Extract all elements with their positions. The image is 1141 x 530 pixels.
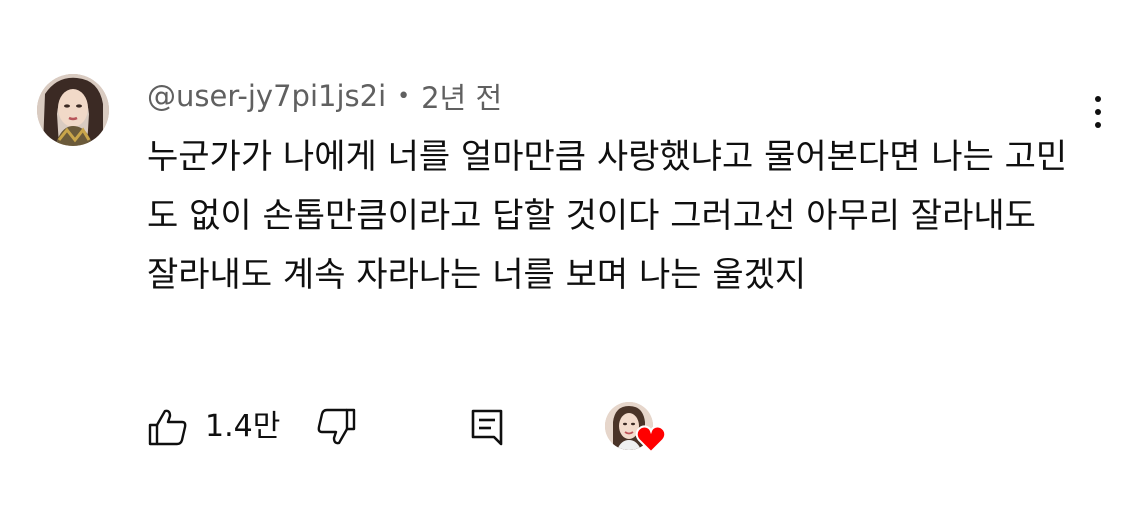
comment-text: 누군가가 나에게 너를 얼마만큼 사랑했냐고 물어본다면 나는 고민도 없이 손… bbox=[147, 137, 1068, 295]
username-link[interactable]: @user-jy7pi1js2i bbox=[147, 79, 386, 113]
menu-dot bbox=[1095, 122, 1101, 128]
thumb-up-icon bbox=[148, 409, 187, 446]
dislike-button[interactable] bbox=[315, 406, 357, 448]
creator-heart-icon bbox=[635, 425, 667, 454]
comment-header: @user-jy7pi1js2i • 2년 전 bbox=[147, 76, 502, 116]
comment-time[interactable]: 2년 전 bbox=[421, 75, 502, 117]
meta-separator: • bbox=[397, 83, 411, 109]
menu-dot bbox=[1095, 109, 1101, 115]
creator-heart bbox=[605, 402, 669, 454]
comment-card: @user-jy7pi1js2i • 2년 전 누군가가 나에게 너를 얼마만큼… bbox=[0, 0, 1141, 530]
comment-reply-icon bbox=[471, 409, 503, 446]
thumb-down-icon bbox=[317, 408, 356, 445]
reply-button[interactable] bbox=[467, 406, 509, 448]
more-vert-icon[interactable] bbox=[1085, 92, 1111, 132]
like-count: 1.4만 bbox=[205, 409, 281, 444]
avatar-image bbox=[37, 74, 109, 146]
comment-actions: 1.4만 bbox=[147, 400, 747, 454]
like-button[interactable] bbox=[147, 406, 189, 448]
user-avatar[interactable] bbox=[37, 74, 109, 146]
menu-dot bbox=[1095, 96, 1101, 102]
